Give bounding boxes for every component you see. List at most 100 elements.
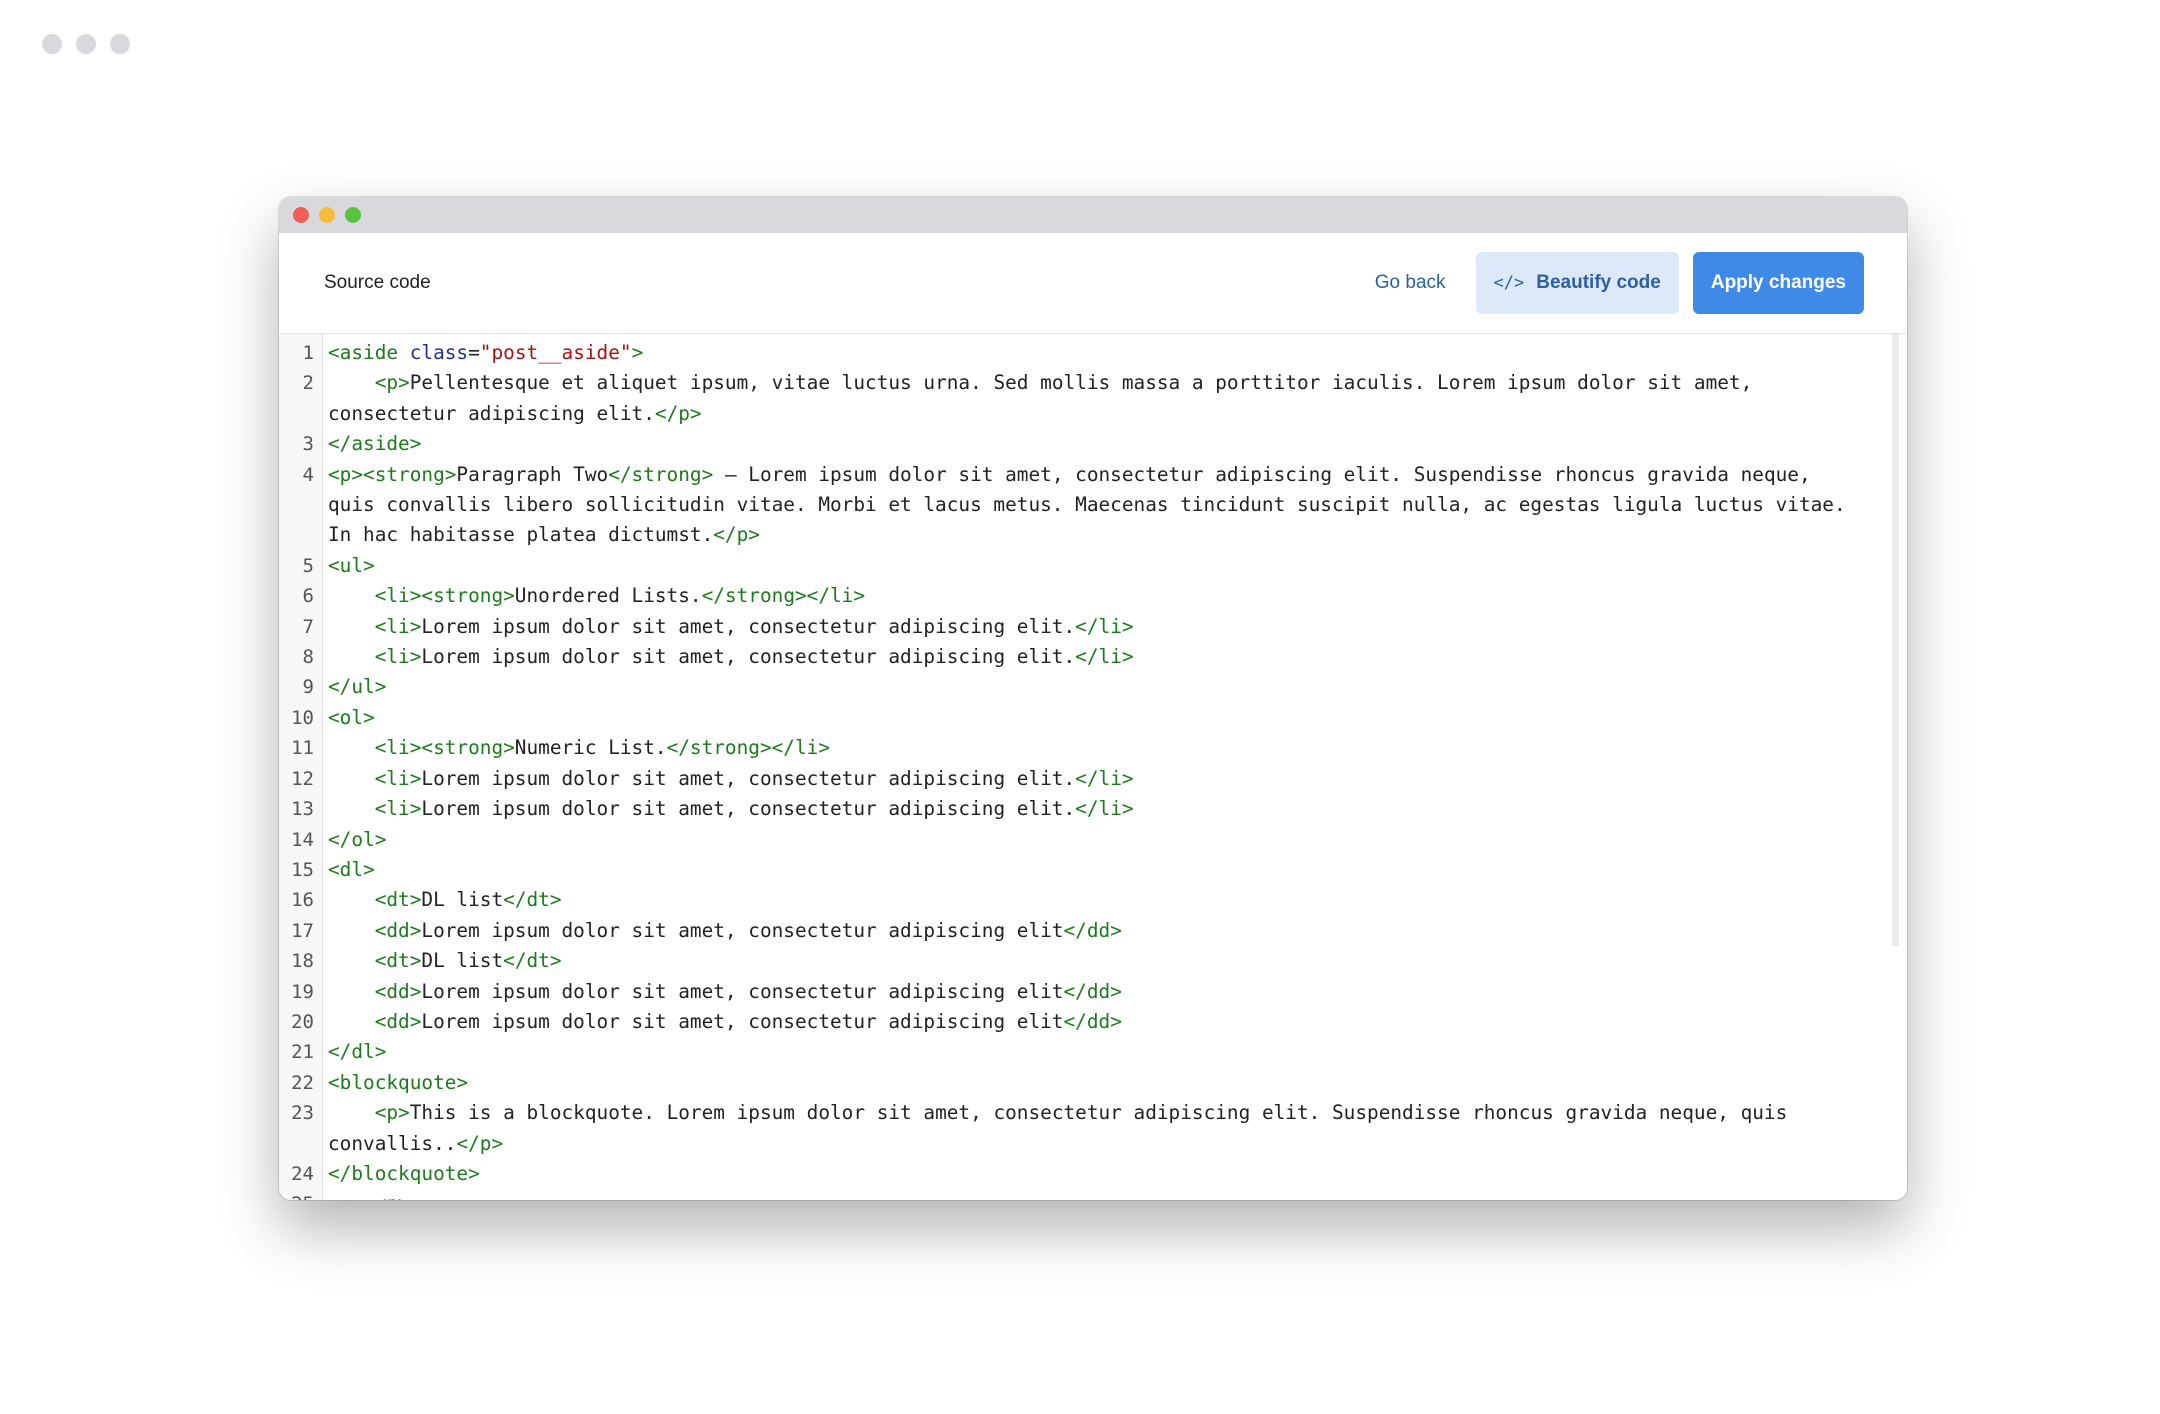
code-token-tag: > bbox=[631, 341, 644, 364]
code-line[interactable]: 16 <dt>DL list</dt> bbox=[279, 885, 1867, 915]
beautify-code-button[interactable]: </> Beautify code bbox=[1475, 252, 1679, 314]
code-line-text: <li>Lorem ipsum dolor sit amet, consecte… bbox=[328, 794, 1867, 824]
code-line[interactable]: 20 <dd>Lorem ipsum dolor sit amet, conse… bbox=[279, 1007, 1867, 1037]
code-token-tag: </li> bbox=[1075, 645, 1134, 669]
code-line-text: <dl> bbox=[328, 855, 1867, 885]
code-content[interactable]: 1 <aside class="post__aside"> 2 <p>Pellent… bbox=[279, 338, 1867, 1200]
vertical-scrollbar[interactable] bbox=[1892, 334, 1899, 946]
code-token-tag: </aside> bbox=[328, 432, 422, 456]
code-line-text: </aside> bbox=[328, 429, 1867, 459]
code-line[interactable]: 22 <blockquote> bbox=[279, 1068, 1867, 1098]
line-number: 1 bbox=[302, 342, 314, 364]
code-line[interactable]: 3 </aside> bbox=[279, 429, 1867, 459]
apply-changes-button[interactable]: Apply changes bbox=[1692, 252, 1864, 314]
line-number: 5 bbox=[302, 554, 314, 577]
code-token-tag: <p><strong> bbox=[328, 462, 457, 486]
code-token-tag: </dd> bbox=[1063, 1009, 1122, 1033]
code-token-tag: <li> bbox=[374, 797, 422, 821]
line-number: 16 bbox=[291, 889, 314, 912]
code-line[interactable]: 7 <li>Lorem ipsum dolor sit amet, consec… bbox=[279, 612, 1867, 642]
code-line[interactable]: 2 <p>Pellentesque et aliquet ipsum, vita… bbox=[279, 368, 1867, 429]
code-editor[interactable]: 1 <aside class="post__aside"> 2 <p>Pellent… bbox=[279, 334, 1907, 1200]
code-line[interactable]: 23 <p>This is a blockquote. Lorem ipsum … bbox=[279, 1098, 1867, 1159]
line-number: 20 bbox=[291, 1010, 314, 1033]
code-line[interactable]: 21 </dl> bbox=[279, 1037, 1867, 1067]
line-number: 7 bbox=[302, 615, 314, 638]
code-token-text: Lorem ipsum dolor sit amet, consectetur … bbox=[421, 766, 1076, 790]
code-token-text: Lorem ipsum dolor sit amet, consectetur … bbox=[421, 645, 1076, 669]
code-token-tag: </p> bbox=[654, 401, 702, 425]
code-line[interactable]: 9 </ul> bbox=[279, 672, 1867, 702]
code-line-text: </dl> bbox=[328, 1037, 1867, 1067]
go-back-button[interactable]: Go back bbox=[1359, 272, 1462, 294]
code-token-tag: </p> bbox=[713, 523, 760, 547]
code-line-text: </blockquote> bbox=[328, 1159, 1867, 1189]
code-line[interactable]: 10 <ol> bbox=[279, 703, 1867, 733]
code-token-tag: </p> bbox=[456, 1131, 504, 1155]
code-line[interactable]: 17 <dd>Lorem ipsum dolor sit amet, conse… bbox=[279, 916, 1867, 946]
code-token-tag: </dd> bbox=[1063, 979, 1122, 1003]
minimize-window-icon[interactable] bbox=[319, 207, 335, 223]
code-line[interactable]: 19 <dd>Lorem ipsum dolor sit amet, conse… bbox=[279, 977, 1867, 1007]
code-token-tag: </strong> bbox=[608, 462, 714, 486]
code-line[interactable]: 11 <li><strong>Numeric List.</strong></l… bbox=[279, 733, 1867, 763]
outer-window-controls bbox=[42, 34, 130, 54]
code-line-text: <li><strong>Numeric List.</strong></li> bbox=[328, 733, 1867, 763]
code-token-text: Unordered Lists. bbox=[514, 584, 702, 608]
maximize-window-icon[interactable] bbox=[345, 207, 361, 223]
line-number: 14 bbox=[291, 828, 314, 851]
code-line[interactable]: 24 </blockquote> bbox=[279, 1159, 1867, 1189]
code-line[interactable]: 14 </ol> bbox=[279, 825, 1867, 855]
code-token-text: DL list bbox=[421, 949, 504, 973]
code-token-attr: class bbox=[409, 341, 469, 364]
code-token-tag: <li><strong> bbox=[374, 736, 515, 760]
code-line[interactable]: 8 <li>Lorem ipsum dolor sit amet, consec… bbox=[279, 642, 1867, 672]
code-line[interactable]: 13 <li>Lorem ipsum dolor sit amet, conse… bbox=[279, 794, 1867, 824]
code-token-tag: </ul> bbox=[328, 675, 387, 699]
code-line[interactable]: 5 <ul> bbox=[279, 551, 1867, 581]
code-line-text: </ul> bbox=[328, 672, 1867, 702]
line-number: 18 bbox=[291, 950, 314, 973]
code-token-text: = bbox=[468, 341, 480, 364]
code-line-text: <ul> bbox=[328, 551, 1867, 581]
title-bar bbox=[279, 197, 1907, 233]
code-line-text: <li>Lorem ipsum dolor sit amet, consecte… bbox=[328, 642, 1867, 672]
outer-dot-icon bbox=[76, 34, 96, 54]
code-line[interactable]: 18 <dt>DL list</dt> bbox=[279, 946, 1867, 976]
code-line[interactable]: 15 <dl> bbox=[279, 855, 1867, 885]
code-token-tag: <li> bbox=[374, 614, 422, 638]
code-token-text: Lorem ipsum dolor sit amet, consectetur … bbox=[421, 1009, 1064, 1033]
code-line-text: <dt>DL list</dt> bbox=[328, 885, 1867, 915]
line-number: 22 bbox=[291, 1071, 314, 1094]
close-window-icon[interactable] bbox=[293, 207, 309, 223]
code-line[interactable]: 4 <p><strong>Paragraph Two</strong> – Lor… bbox=[279, 460, 1867, 551]
code-line[interactable]: 25 <p>... bbox=[279, 1189, 1867, 1200]
code-token-tag: </dt> bbox=[503, 888, 562, 912]
code-token-tag: </li> bbox=[1075, 766, 1134, 790]
line-number: 13 bbox=[291, 798, 314, 821]
code-line[interactable]: 6 <li><strong>Unordered Lists.</strong><… bbox=[279, 581, 1867, 611]
code-token-text: ... bbox=[410, 1192, 445, 1200]
code-token-tag: <li> bbox=[374, 766, 422, 790]
code-token-tag: <dd> bbox=[374, 979, 422, 1003]
code-token-tag: <aside bbox=[328, 341, 410, 364]
code-token-str: "post__aside" bbox=[479, 341, 632, 364]
code-line[interactable]: 12 <li>Lorem ipsum dolor sit amet, conse… bbox=[279, 764, 1867, 794]
code-token-tag: <li><strong> bbox=[374, 584, 515, 608]
beautify-code-label: Beautify code bbox=[1536, 272, 1661, 293]
code-line-text: <p>... bbox=[328, 1189, 1867, 1200]
line-number: 11 bbox=[291, 737, 314, 760]
code-line-text: <dt>DL list</dt> bbox=[328, 946, 1867, 976]
code-token-tag: <p> bbox=[374, 371, 410, 395]
code-line[interactable]: 1 <aside class="post__aside"> bbox=[279, 338, 1867, 368]
code-token-text: Paragraph Two bbox=[456, 462, 609, 486]
code-token-text: DL list bbox=[421, 888, 504, 912]
